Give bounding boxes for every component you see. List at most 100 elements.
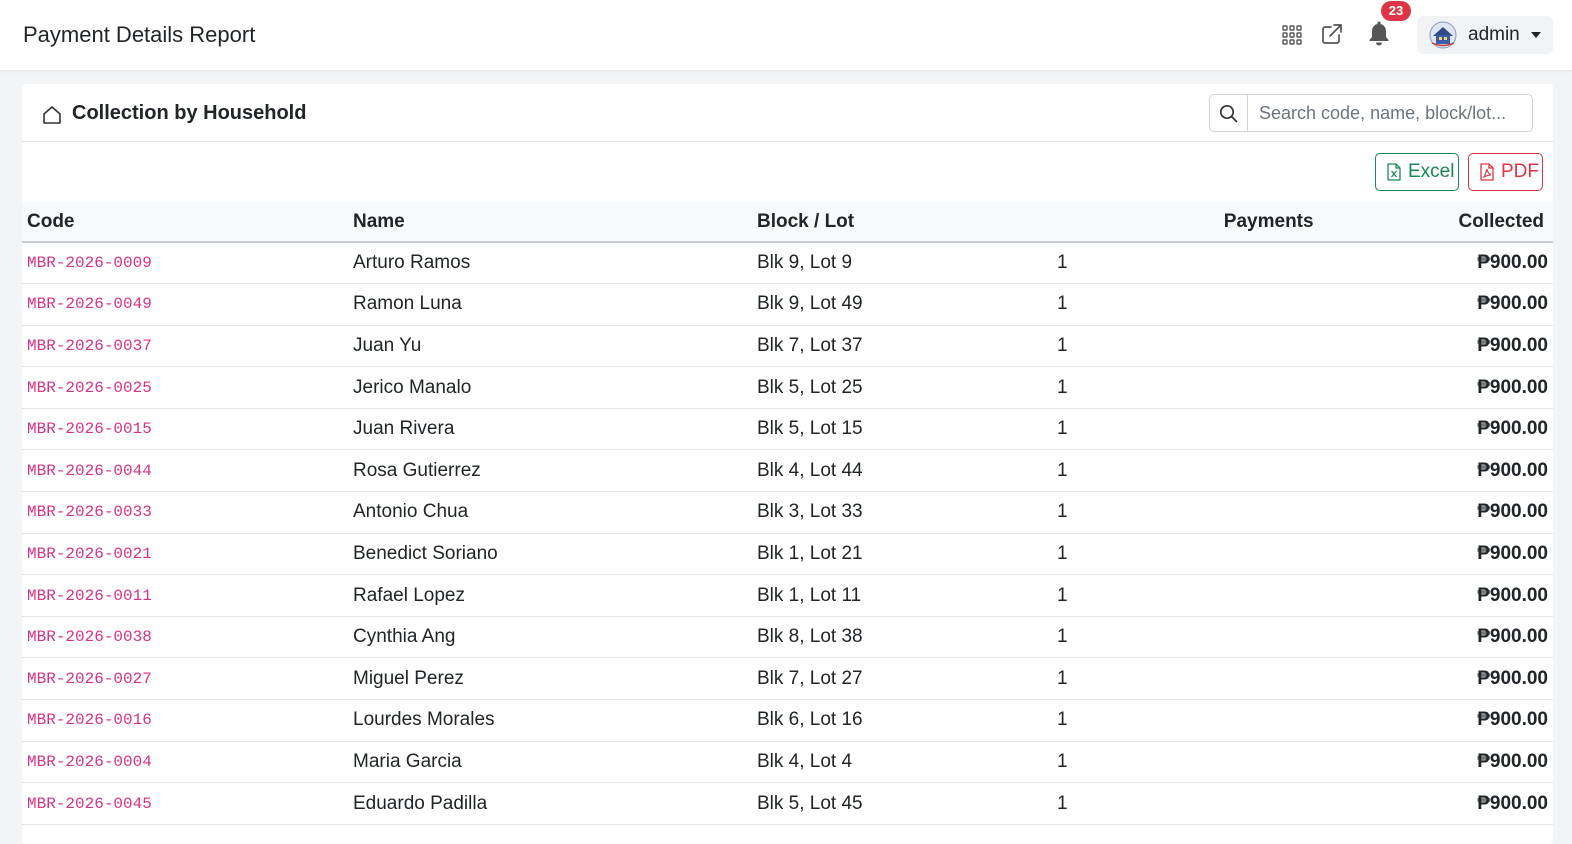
table-row[interactable]: MBR-2026-0021 Benedict Soriano Blk 1, Lot …	[22, 533, 1553, 576]
member-code[interactable]: MBR-2026-0015	[22, 408, 348, 451]
member-code[interactable]: MBR-2026-0037	[22, 325, 348, 368]
export-pdf-button[interactable]: PDF	[1468, 153, 1543, 191]
table-row[interactable]: MBR-2026-0033 Antonio Chua Blk 3, Lot 33 1 ₱…	[22, 491, 1553, 534]
payments-count: 1	[1052, 533, 1318, 576]
payments-count: 1	[1052, 782, 1318, 825]
member-code[interactable]: MBR-2026-0004	[22, 741, 348, 784]
member-name: Eduardo Padilla	[348, 782, 752, 825]
payments-count: 1	[1052, 325, 1318, 368]
table-row[interactable]: MBR-2026-0027 Miguel Perez Blk 7, Lot 27 1 ₱…	[22, 657, 1553, 701]
table-row[interactable]: MBR-2026-0045 Eduardo Padilla Blk 5, Lot 4…	[22, 782, 1553, 825]
table-row[interactable]: MBR-2026-0009 Arturo Ramos Blk 9, Lot 9 1 ₱9…	[22, 242, 1553, 285]
member-name: Juan Yu	[348, 325, 752, 368]
block-lot: Blk 9, Lot 9	[752, 242, 1052, 285]
member-name: Miguel Perez	[348, 657, 752, 701]
member-name: Jerico Manalo	[348, 366, 752, 409]
table-row[interactable]: MBR-2026-0025 Jerico Manalo Blk 5, Lot 25 1…	[22, 366, 1553, 409]
file-excel-icon	[1387, 163, 1401, 181]
payments-count: 1	[1052, 449, 1318, 493]
collected-amount: ₱900.00	[1317, 533, 1553, 576]
block-lot: Blk 7, Lot 27	[752, 657, 1052, 701]
member-name: Antonio Chua	[348, 491, 752, 534]
payments-count: 1	[1052, 408, 1318, 451]
export-excel-button[interactable]: Excel	[1375, 153, 1459, 191]
notification-count-badge: 23	[1381, 1, 1411, 21]
card-header: Collection by Household	[22, 84, 1553, 142]
member-name: Cynthia Ang	[348, 616, 752, 659]
apps-grid-icon[interactable]	[1282, 25, 1302, 45]
payments-count: 1	[1052, 242, 1318, 285]
column-header-collected[interactable]: Collected	[1317, 202, 1553, 243]
collected-amount: ₱900.00	[1317, 657, 1553, 701]
table-row[interactable]: MBR-2026-0049 Ramon Luna Blk 9, Lot 49 1 ₱90…	[22, 283, 1553, 326]
block-lot: Blk 7, Lot 37	[752, 325, 1052, 368]
collected-amount: ₱900.00	[1317, 242, 1553, 285]
column-header-payments[interactable]: Payments	[1052, 202, 1318, 243]
search-group	[1209, 94, 1533, 132]
user-menu-dropdown[interactable]: admin	[1417, 16, 1553, 54]
member-name: Rosa Gutierrez	[348, 449, 752, 493]
search-addon	[1210, 95, 1248, 131]
member-code[interactable]: MBR-2026-0044	[22, 449, 348, 493]
collected-amount: ₱900.00	[1317, 325, 1553, 368]
member-code[interactable]: MBR-2026-0025	[22, 366, 348, 409]
block-lot: Blk 9, Lot 49	[752, 283, 1052, 326]
member-code[interactable]: MBR-2026-0027	[22, 657, 348, 701]
card-title: Collection by Household	[72, 102, 307, 124]
table-row[interactable]: MBR-2026-0038 Cynthia Ang Blk 8, Lot 38 1 ₱9…	[22, 616, 1553, 659]
collection-table: Code Name Block / Lot Payments Collected…	[22, 202, 1553, 825]
block-lot: Blk 4, Lot 4	[752, 741, 1052, 784]
collected-amount: ₱900.00	[1317, 283, 1553, 326]
block-lot: Blk 1, Lot 21	[752, 533, 1052, 576]
column-header-code[interactable]: Code	[22, 202, 348, 243]
table-row[interactable]: MBR-2026-0037 Juan Yu Blk 7, Lot 37 1 ₱900.0…	[22, 325, 1553, 368]
table-body: MBR-2026-0009 Arturo Ramos Blk 9, Lot 9 1 ₱9…	[22, 242, 1553, 825]
chevron-down-icon	[1531, 32, 1541, 38]
member-name: Ramon Luna	[348, 283, 752, 326]
member-code[interactable]: MBR-2026-0033	[22, 491, 348, 534]
member-name: Maria Garcia	[348, 741, 752, 784]
payments-count: 1	[1052, 699, 1318, 742]
collected-amount: ₱900.00	[1317, 741, 1553, 784]
file-pdf-icon	[1480, 163, 1494, 181]
table-row[interactable]: MBR-2026-0044 Rosa Gutierrez Blk 4, Lot 44…	[22, 449, 1553, 493]
payments-count: 1	[1052, 574, 1318, 617]
member-code[interactable]: MBR-2026-0038	[22, 616, 348, 659]
block-lot: Blk 3, Lot 33	[752, 491, 1052, 534]
bell-icon[interactable]	[1367, 20, 1391, 46]
top-navbar: Payment Details Report 23 admin	[0, 0, 1572, 70]
home-icon	[43, 106, 61, 124]
block-lot: Blk 4, Lot 44	[752, 449, 1052, 493]
search-input[interactable]	[1249, 95, 1529, 131]
table-row[interactable]: MBR-2026-0015 Juan Rivera Blk 5, Lot 15 1 ₱9…	[22, 408, 1553, 451]
block-lot: Blk 8, Lot 38	[752, 616, 1052, 659]
table-row[interactable]: MBR-2026-0016 Lourdes Morales Blk 6, Lot 1…	[22, 699, 1553, 742]
block-lot: Blk 5, Lot 45	[752, 782, 1052, 825]
payments-count: 1	[1052, 616, 1318, 659]
member-code[interactable]: MBR-2026-0045	[22, 782, 348, 825]
member-code[interactable]: MBR-2026-0011	[22, 574, 348, 617]
excel-button-label: Excel	[1408, 161, 1455, 182]
collected-amount: ₱900.00	[1317, 616, 1553, 659]
payments-count: 1	[1052, 491, 1318, 534]
member-name: Rafael Lopez	[348, 574, 752, 617]
collected-amount: ₱900.00	[1317, 782, 1553, 825]
payments-count: 1	[1052, 366, 1318, 409]
member-code[interactable]: MBR-2026-0049	[22, 283, 348, 326]
collected-amount: ₱900.00	[1317, 699, 1553, 742]
member-name: Benedict Soriano	[348, 533, 752, 576]
column-header-block-lot[interactable]: Block / Lot	[752, 202, 1052, 243]
member-name: Lourdes Morales	[348, 699, 752, 742]
collected-amount: ₱900.00	[1317, 408, 1553, 451]
pdf-button-label: PDF	[1501, 161, 1539, 182]
collected-amount: ₱900.00	[1317, 574, 1553, 617]
block-lot: Blk 1, Lot 11	[752, 574, 1052, 617]
table-row[interactable]: MBR-2026-0011 Rafael Lopez Blk 1, Lot 11 1 ₱…	[22, 574, 1553, 617]
member-name: Arturo Ramos	[348, 242, 752, 285]
external-link-icon[interactable]	[1321, 23, 1343, 45]
table-row[interactable]: MBR-2026-0004 Maria Garcia Blk 4, Lot 4 1 ₱9…	[22, 741, 1553, 784]
member-code[interactable]: MBR-2026-0016	[22, 699, 348, 742]
member-code[interactable]: MBR-2026-0021	[22, 533, 348, 576]
member-code[interactable]: MBR-2026-0009	[22, 242, 348, 285]
column-header-name[interactable]: Name	[348, 202, 752, 243]
